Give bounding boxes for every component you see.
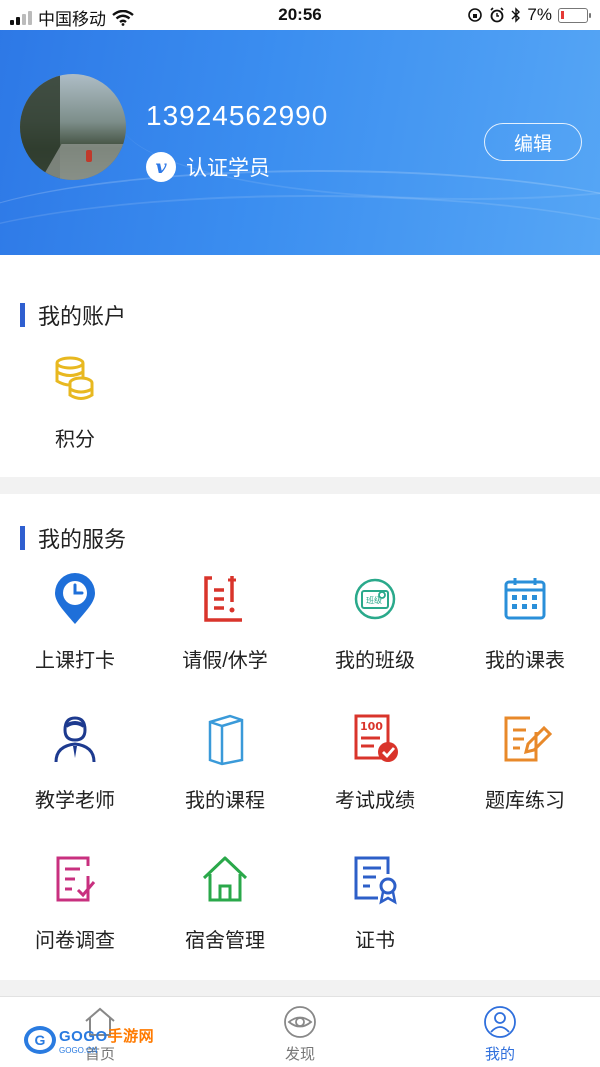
service-label: 题库练习 <box>485 790 565 812</box>
class-badge-icon: 班级 <box>354 578 396 620</box>
service-label: 证书 <box>355 930 395 952</box>
alarm-icon <box>490 7 504 23</box>
service-label: 上课打卡 <box>35 650 115 672</box>
service-label: 我的课表 <box>485 650 565 672</box>
clock-pin-icon <box>55 573 95 624</box>
watermark-text-blue: GOGO <box>59 1028 108 1045</box>
service-label: 宿舍管理 <box>185 930 265 952</box>
certification-label: 认证学员 <box>186 157 270 180</box>
certificate-icon <box>354 856 397 905</box>
svg-text:100: 100 <box>360 720 383 733</box>
service-label: 我的课程 <box>185 790 265 812</box>
service-leave[interactable]: 请假/休学 <box>150 572 300 673</box>
coins-icon <box>55 356 94 400</box>
service-label: 请假/休学 <box>182 650 268 672</box>
service-question-bank[interactable]: 题库练习 <box>450 712 600 813</box>
dorm-house-icon <box>202 856 248 902</box>
services-section: 我的服务 上课打卡 请假/休学 班级 我的班级 我的课表 教学老师 我的课程 1… <box>0 494 600 980</box>
certification-badge: v 认证学员 <box>146 152 270 182</box>
rotation-lock-icon <box>468 8 483 22</box>
service-check-in[interactable]: 上课打卡 <box>0 572 150 673</box>
account-item-label: 积分 <box>55 429 95 451</box>
service-teachers[interactable]: 教学老师 <box>0 712 150 813</box>
watermark-text: GOGO手游网 <box>59 1025 154 1046</box>
edit-profile-button[interactable]: 编辑 <box>484 123 582 161</box>
leave-form-icon <box>204 576 242 622</box>
tab-label: 我的 <box>484 1046 515 1063</box>
avatar-person <box>86 150 92 162</box>
services-title: 我的服务 <box>38 527 127 552</box>
teacher-icon <box>54 716 96 763</box>
service-certificate[interactable]: 证书 <box>300 852 450 953</box>
tab-label: 发现 <box>284 1046 315 1063</box>
section-title: 我的服务 <box>20 522 126 554</box>
service-exam-scores[interactable]: 100 考试成绩 <box>300 712 450 813</box>
profile-header: 13924562990 v 认证学员 编辑 <box>0 0 600 255</box>
service-survey[interactable]: 问卷调查 <box>0 852 150 953</box>
service-label: 教学老师 <box>35 790 115 812</box>
status-bar: 中国移动 20:56 7% <box>0 0 600 30</box>
site-watermark: G GOGO手游网 GOGO.CN <box>24 1025 154 1055</box>
section-marker <box>20 303 25 327</box>
exam-score-icon: 100 <box>354 714 398 762</box>
practice-edit-icon <box>504 716 552 762</box>
eye-icon <box>284 1006 316 1038</box>
account-section: 我的账户 积分 <box>0 255 600 477</box>
calendar-icon <box>504 578 546 620</box>
battery-icon <box>558 7 591 23</box>
service-label: 问卷调查 <box>35 930 115 952</box>
service-label: 考试成绩 <box>335 790 415 812</box>
service-label: 我的班级 <box>335 650 415 672</box>
tab-mine[interactable]: 我的 <box>440 1005 560 1064</box>
section-title: 我的账户 <box>20 299 126 331</box>
service-my-courses[interactable]: 我的课程 <box>150 712 300 813</box>
book-icon <box>208 714 244 766</box>
tab-discover[interactable]: 发现 <box>240 1005 360 1064</box>
watermark-text-orange: 手游网 <box>107 1028 155 1045</box>
service-my-class[interactable]: 班级 我的班级 <box>300 572 450 673</box>
service-dorm[interactable]: 宿舍管理 <box>150 852 300 953</box>
avatar[interactable] <box>20 74 126 180</box>
battery-percent: 7% <box>527 5 552 24</box>
survey-check-icon <box>56 856 96 902</box>
section-marker <box>20 526 25 550</box>
user-icon <box>484 1006 516 1038</box>
bluetooth-icon <box>511 7 521 23</box>
watermark-subtext: GOGO.CN <box>59 1046 98 1055</box>
watermark-logo-icon: G <box>24 1026 56 1054</box>
service-timetable[interactable]: 我的课表 <box>450 572 600 673</box>
account-title: 我的账户 <box>38 304 127 329</box>
user-phone: 13924562990 <box>146 100 329 131</box>
verified-icon: v <box>146 152 176 182</box>
account-item-points[interactable]: 积分 <box>0 351 150 452</box>
